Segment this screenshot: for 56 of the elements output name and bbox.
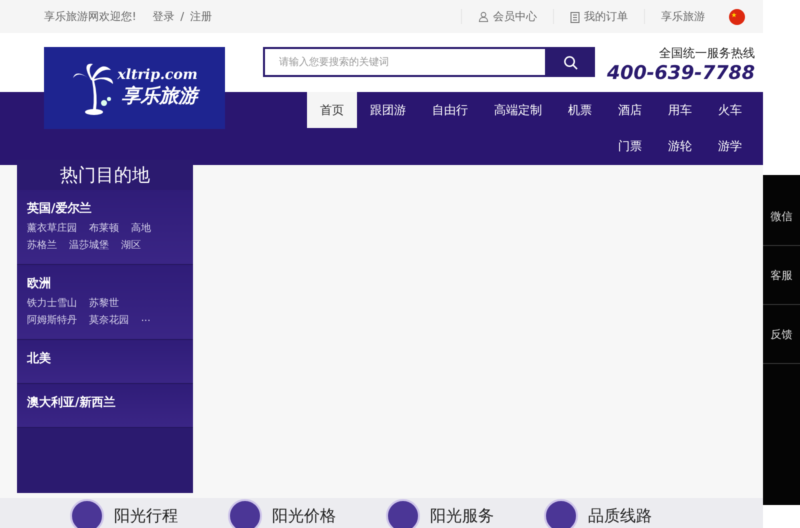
hotline-label: 全国统一服务热线 xyxy=(659,45,755,62)
place-link[interactable]: 高地 xyxy=(131,221,151,235)
place-link[interactable]: 薰衣草庄园 xyxy=(27,221,77,235)
logo-domain: xltrip.com xyxy=(117,67,198,83)
nav-item[interactable]: 自由行 xyxy=(419,92,481,128)
place-link[interactable]: 莫奈花园 xyxy=(89,313,129,327)
nav-item[interactable]: 用车 xyxy=(655,92,705,128)
tool-link[interactable]: 反馈 xyxy=(763,305,800,364)
nav-item[interactable]: 火车 xyxy=(705,92,755,128)
tool-link[interactable]: 微信 xyxy=(763,187,800,246)
logo-name: 享乐旅游 xyxy=(122,84,198,109)
feature-title: 阳光价格 xyxy=(272,506,336,526)
feature-title: 品质线路 xyxy=(588,506,652,526)
search-field[interactable]: 请输入您要搜索的关键词 xyxy=(263,47,545,77)
tool-link[interactable]: 客服 xyxy=(763,246,800,305)
search-icon xyxy=(562,54,578,70)
place-link[interactable]: 阿姆斯特丹 xyxy=(27,313,77,327)
nav-item[interactable]: 跟团游 xyxy=(357,92,419,128)
badge-icon xyxy=(70,499,104,528)
welcome-text: 享乐旅游网欢迎您! xyxy=(44,9,136,24)
separator-text: / xyxy=(180,10,184,23)
place-link[interactable]: 苏格兰 xyxy=(27,238,57,252)
top-link[interactable]: 会员中心 xyxy=(461,9,553,24)
place-link[interactable]: 布莱顿 xyxy=(89,221,119,235)
place-link[interactable]: 铁力士雪山 xyxy=(27,296,77,310)
feature-title: 阳光行程 xyxy=(114,506,178,526)
nav-item[interactable]: 机票 xyxy=(555,92,605,128)
nav-item[interactable]: 酒店 xyxy=(605,92,655,128)
register-link[interactable]: 注册 xyxy=(190,9,212,24)
panel-title: 热门目的地 xyxy=(59,164,151,188)
top-link[interactable]: 我的订单 xyxy=(553,9,644,24)
clipboard-icon xyxy=(570,10,580,22)
badge-icon xyxy=(386,499,420,528)
region-name[interactable]: 澳大利亚/新西兰 xyxy=(27,394,183,411)
top-link[interactable]: 享乐旅游 xyxy=(644,9,721,24)
region-name[interactable]: 北美 xyxy=(27,350,183,367)
badge-icon xyxy=(544,499,578,528)
user-icon xyxy=(478,11,489,22)
region-name[interactable]: 英国/爱尔兰 xyxy=(27,200,183,217)
login-link[interactable]: 登录 xyxy=(152,10,174,23)
place-link[interactable]: 温莎城堡 xyxy=(69,238,109,252)
region-name[interactable]: 欧洲 xyxy=(27,275,183,292)
search-button[interactable] xyxy=(545,47,595,77)
place-link[interactable]: ... xyxy=(141,313,151,327)
hotline-number: 400-639-7788 xyxy=(607,62,755,84)
nav-item[interactable]: 高端定制 xyxy=(481,92,555,128)
nav-item[interactable]: 游学 xyxy=(705,128,755,164)
nav-item[interactable]: 游轮 xyxy=(655,128,705,164)
nav-item[interactable]: 门票 xyxy=(605,128,655,164)
badge-icon xyxy=(228,499,262,528)
place-link[interactable]: 湖区 xyxy=(121,238,141,252)
place-link[interactable]: 苏黎世 xyxy=(89,296,119,310)
flag-icon[interactable] xyxy=(729,8,745,24)
nav-item[interactable]: 首页 xyxy=(307,92,357,128)
feature-title: 阳光服务 xyxy=(430,506,494,526)
logo[interactable]: xltrip.com 享乐旅游 xyxy=(44,47,225,129)
